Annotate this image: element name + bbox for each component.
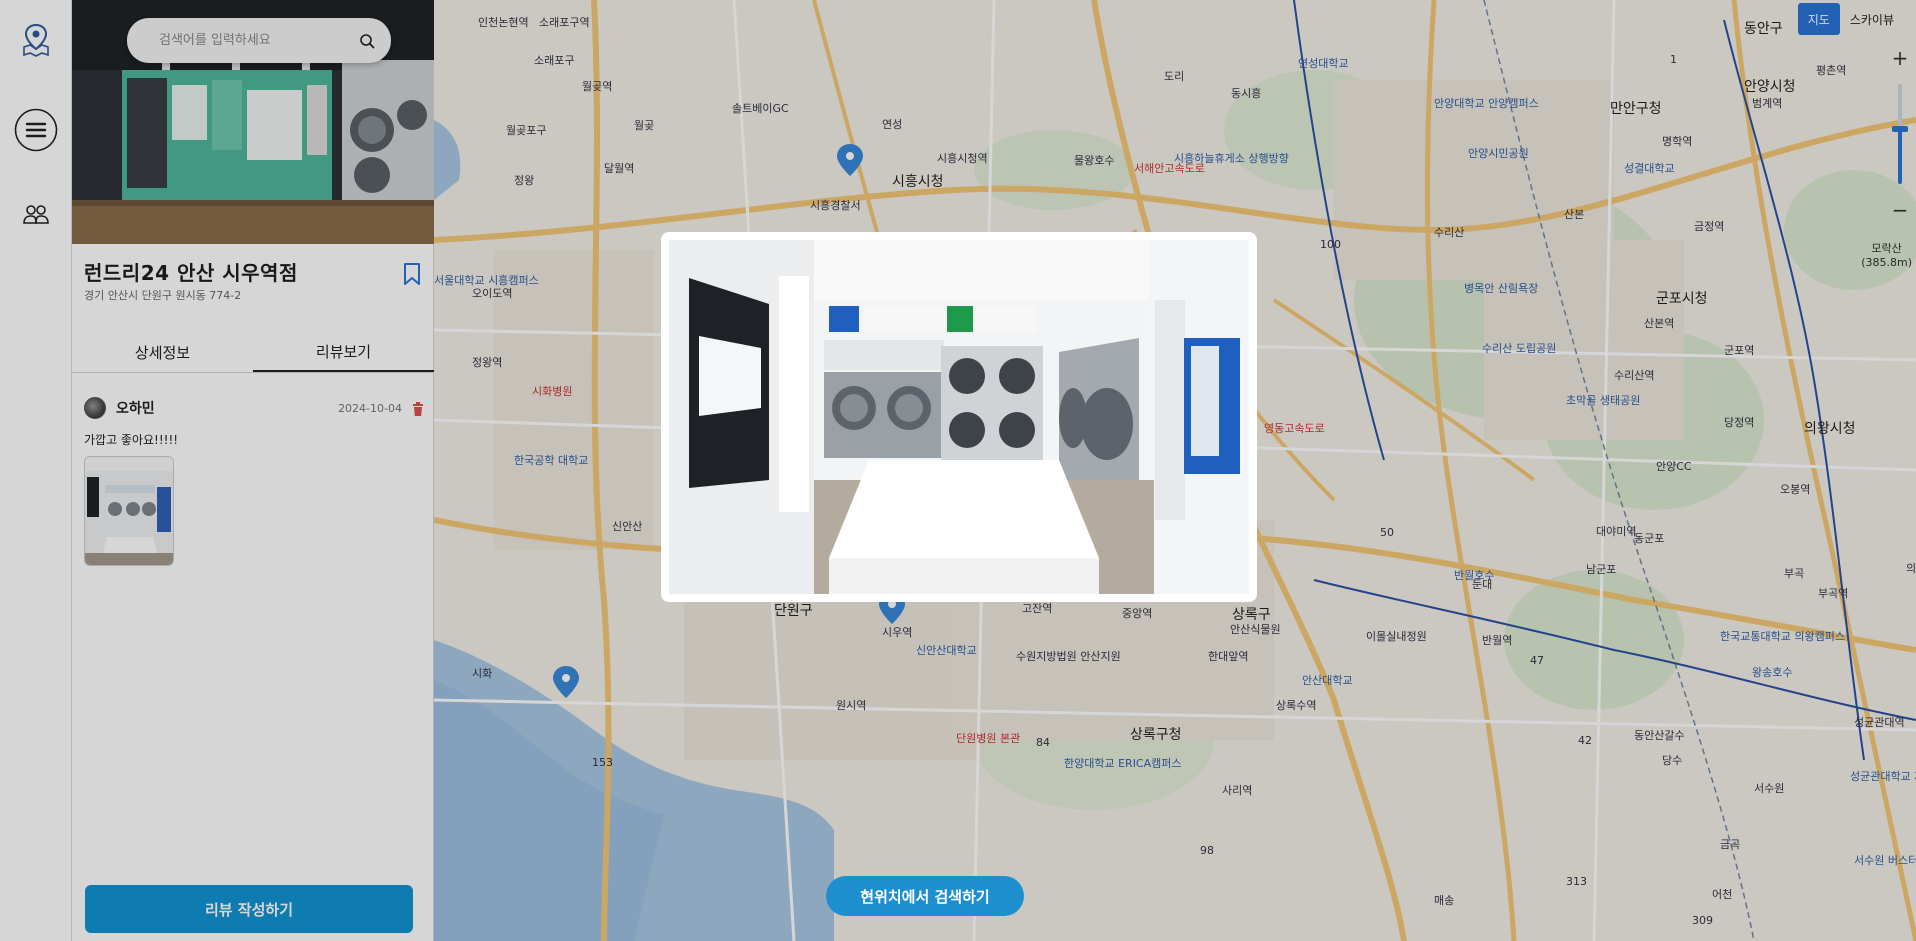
app-root: 런드리24 안산 시우역점 경기 안산시 단원구 원시동 774-2 상세정보 … — [0, 0, 1916, 941]
modal-store-photo[interactable] — [669, 240, 1249, 594]
image-modal — [661, 232, 1257, 602]
search-current-location-button[interactable]: 현위치에서 검색하기 — [826, 876, 1024, 916]
